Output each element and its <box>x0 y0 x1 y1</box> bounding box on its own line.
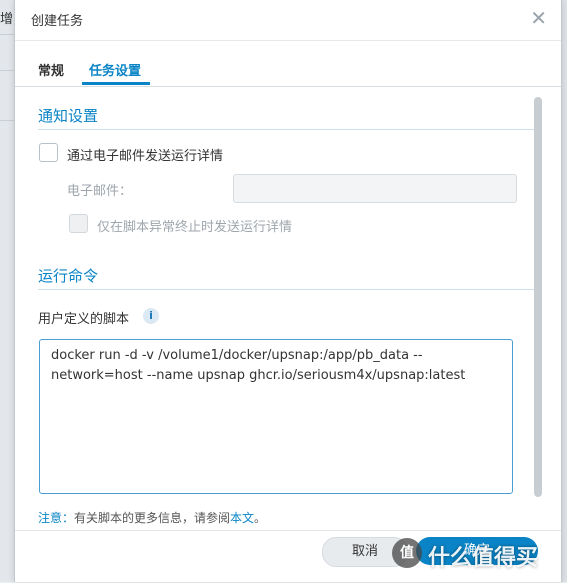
watermark-text: 什么值得买 <box>428 546 539 571</box>
email-field[interactable] <box>233 174 517 203</box>
notification-section-title: 通知设置 <box>38 107 99 125</box>
send-email-checkbox[interactable] <box>39 143 58 162</box>
background-partial-text: 增 <box>0 12 12 27</box>
send-email-label: 通过电子邮件发送运行详情 <box>67 149 224 164</box>
create-task-dialog: 创建任务 ✕ 常规 任务设置 通知设置 通过电子邮件发送运行详情 电子邮件： 仅… <box>14 0 562 582</box>
tab-bar: 常规 任务设置 <box>15 40 561 87</box>
info-icon[interactable]: i <box>143 308 159 324</box>
tab-content: 通知设置 通过电子邮件发送运行详情 电子邮件： 仅在脚本异常终止时发送运行详情 … <box>15 87 561 530</box>
close-icon[interactable]: ✕ <box>530 8 547 28</box>
note-text: 有关脚本的更多信息，请参阅 <box>74 511 231 525</box>
active-tab-indicator <box>82 82 150 85</box>
script-label: 用户定义的脚本 <box>38 312 130 327</box>
dialog-titlebar: 创建任务 ✕ <box>15 0 561 41</box>
background-divider <box>0 34 14 35</box>
run-command-section-title: 运行命令 <box>38 267 99 285</box>
section-divider <box>38 289 534 290</box>
script-textarea[interactable]: docker run -d -v /volume1/docker/upsnap:… <box>39 339 513 494</box>
watermark: 值 什么值得买 <box>392 536 540 572</box>
note-prefix: 注意： <box>38 511 75 525</box>
dialog-title: 创建任务 <box>31 14 84 29</box>
note-link[interactable]: 本文 <box>230 511 254 525</box>
section-divider <box>38 129 534 130</box>
scrollbar[interactable] <box>534 97 542 497</box>
watermark-badge: 值 <box>392 538 422 568</box>
tab-task-settings[interactable]: 任务设置 <box>89 60 141 79</box>
only-on-error-label: 仅在脚本异常终止时发送运行详情 <box>97 220 293 235</box>
tab-general[interactable]: 常规 <box>38 60 64 79</box>
email-label: 电子邮件： <box>67 184 133 199</box>
background-divider <box>0 120 14 121</box>
background-window-edge: 增 <box>0 0 15 582</box>
background-divider <box>0 70 14 71</box>
script-note: 注意：有关脚本的更多信息，请参阅本文。 <box>38 509 266 526</box>
note-suffix: 。 <box>254 511 267 525</box>
only-on-error-checkbox[interactable] <box>69 214 88 233</box>
